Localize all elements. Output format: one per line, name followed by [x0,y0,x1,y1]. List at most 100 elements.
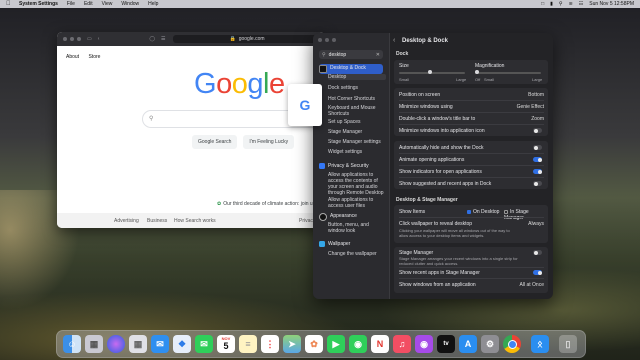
display-icon[interactable]: □ [541,1,544,7]
close-button[interactable] [318,38,322,42]
climate-banner[interactable]: ✿ Our third decade of climate action: joi… [217,201,315,207]
siri-icon[interactable] [107,335,125,353]
autohide-toggle[interactable] [533,145,542,150]
appletv-icon[interactable]: tv [437,335,455,353]
sidebar-sub-hot-corners[interactable]: Hot Corner Shortcuts [328,96,386,102]
podcasts-icon[interactable]: ◉ [415,335,433,353]
recent-apps-toggle[interactable] [533,181,542,186]
photos-icon[interactable]: ▦ [129,335,147,353]
how-search-works-link[interactable]: How Search works [174,218,216,224]
sidebar-sub-remote-desktop[interactable]: Allow applications to access the content… [328,172,386,196]
magnification-slider-knob[interactable] [475,70,479,74]
clock[interactable]: Sun Nov 5 12:58PM [589,1,634,7]
indicators-toggle[interactable] [533,169,542,174]
settings-icon[interactable]: ⚙ [481,335,499,353]
apple-icon[interactable]:  [6,1,12,7]
photos-app-icon[interactable]: ✿ [305,335,323,353]
on-desktop-option[interactable]: On Desktop [467,209,499,215]
google-nav: About Store [57,46,325,60]
climate-text: Our third decade of climate action: join… [223,201,316,207]
sidebar-item-wallpaper[interactable]: Wallpaper [319,241,383,247]
in-stage-option[interactable]: In Stage Manager [504,209,544,221]
sidebar-sub-change-wallpaper[interactable]: Change the wallpaper [328,251,386,257]
sidebar-icon[interactable]: ▭ [87,36,92,42]
google-thumbnail[interactable]: G [288,84,322,126]
back-icon[interactable]: ‹ [98,36,100,42]
facetime-icon[interactable]: ▶ [327,335,345,353]
animate-toggle[interactable] [533,157,542,162]
bluetooth-icon[interactable]: ᛟ [531,335,549,353]
music-icon[interactable]: ♫ [393,335,411,353]
dock-icon [319,65,327,73]
sidebar-item-appearance[interactable]: Appearance [319,213,383,221]
trash-icon[interactable]: ▯ [559,335,577,353]
sidebar-sub-stage-manager[interactable]: Stage Manager [328,129,386,135]
notes-icon[interactable]: ≡ [239,335,257,353]
minimize-button[interactable] [325,38,329,42]
zoom-button[interactable] [77,37,81,41]
clear-icon[interactable]: ✕ [376,52,380,58]
menu-window[interactable]: Window [121,1,139,7]
back-icon[interactable]: ‹ [393,37,395,44]
menu-file[interactable]: File [67,1,75,7]
position-value[interactable]: Bottom [528,92,544,98]
show-windows-value[interactable]: All at Once [520,282,544,288]
shield-icon[interactable]: ◯ [149,36,155,42]
sidebar-sub-user-files[interactable]: Allow applications to access user files [328,197,386,209]
close-button[interactable] [63,37,67,41]
google-search-button[interactable]: Google Search [192,135,238,149]
mail-icon[interactable]: ✉ [151,335,169,353]
finder-icon[interactable]: ☺ [63,335,81,353]
sidebar-sub-widgets[interactable]: Widget settings [328,149,386,155]
sidebar-sub-desktop[interactable]: Desktop [328,74,386,80]
search-icon[interactable]: ⚲ [559,1,563,7]
stage-section-title: Desktop & Stage Manager [396,197,458,203]
sidebar-sub-spaces[interactable]: Set up Spaces [328,119,386,125]
url-bar[interactable]: 🔒 google.com [173,35,321,43]
launchpad-icon[interactable]: ▦ [85,335,103,353]
minimize-value[interactable]: Genie Effect [517,104,544,110]
advertising-link[interactable]: Advertising [114,218,139,224]
magnification-slider[interactable] [475,72,541,74]
battery-icon[interactable]: ▮ [550,1,553,7]
news-icon[interactable]: N [371,335,389,353]
settings-search-input[interactable]: ⚲ desktop ✕ [319,50,383,59]
feeling-lucky-button[interactable]: I'm Feeling Lucky [243,135,295,149]
minimize-button[interactable] [70,37,74,41]
sidebar-item-privacy[interactable]: Privacy & Security [319,163,383,169]
tabs-icon[interactable]: ☰ [161,36,165,42]
menu-help[interactable]: Help [148,1,158,7]
messages-app-icon[interactable]: ◉ [349,335,367,353]
recent-apps-label: Show suggested and recent apps in Dock [399,181,492,187]
stage-manager-toggle[interactable] [533,250,542,255]
calendar-icon[interactable]: NOV 5 [217,335,235,353]
maps-icon[interactable]: ➤ [283,335,301,353]
sidebar-item-desktop-dock[interactable]: Desktop & Dock [319,64,383,74]
size-slider-knob[interactable] [428,70,432,74]
sidebar-sub-keyboard-mouse[interactable]: Keyboard and Mouse Shortcuts [328,105,386,117]
click-wallpaper-value[interactable]: Always [528,221,544,227]
wifi-icon[interactable]: ≋ [569,1,573,7]
menu-edit[interactable]: Edit [84,1,93,7]
zoom-button[interactable] [332,38,336,42]
appstore-icon[interactable]: A [459,335,477,353]
menu-view[interactable]: View [102,1,113,7]
sidebar-item-label: Appearance [330,213,357,219]
leaf-icon: ✿ [217,201,222,207]
sidebar-sub-button-look[interactable]: Button, menu, and window look [328,222,386,234]
sidebar-sub-dock-settings[interactable]: Dock settings [328,85,386,91]
store-link[interactable]: Store [88,54,100,60]
recent-sm-toggle[interactable] [533,270,542,275]
doubleclick-value[interactable]: Zoom [531,116,544,122]
reminders-icon[interactable]: ⋮ [261,335,279,353]
sidebar-sub-stage-settings[interactable]: Stage Manager settings [328,139,386,145]
control-center-icon[interactable]: ☷ [579,1,583,7]
business-link[interactable]: Business [147,218,167,224]
chrome-icon[interactable] [503,335,521,353]
safari-icon[interactable]: ❖ [173,335,191,353]
messages-icon[interactable]: ✉ [195,335,213,353]
about-link[interactable]: About [66,54,79,60]
minimize-icon-toggle[interactable] [533,128,542,133]
menu-app-name[interactable]: System Settings [19,1,58,7]
size-slider[interactable] [399,72,465,74]
